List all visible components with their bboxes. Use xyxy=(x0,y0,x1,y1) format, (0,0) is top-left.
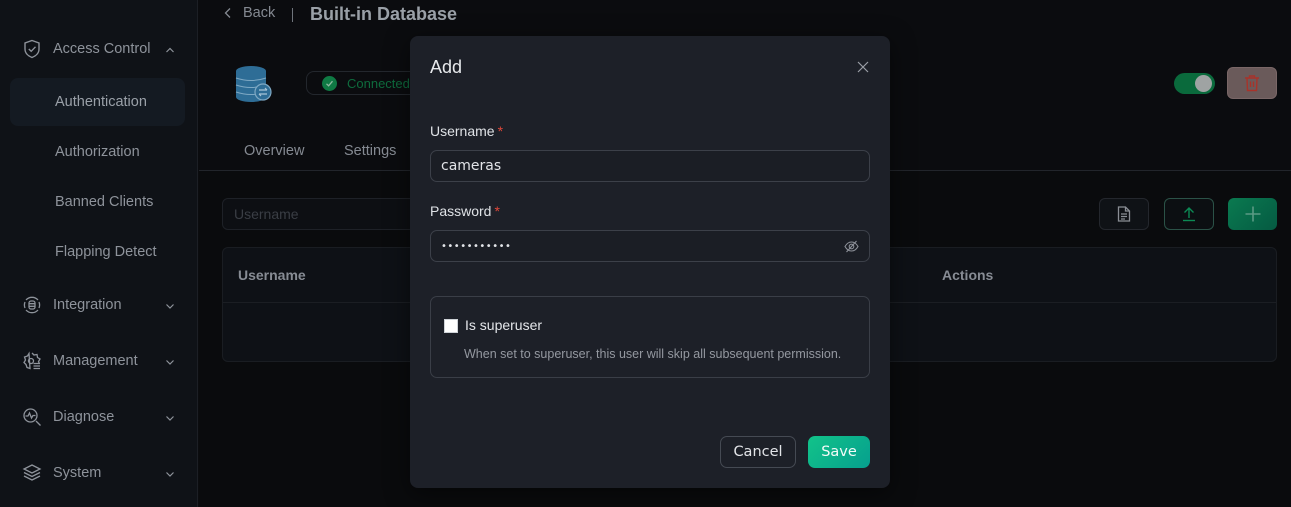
superuser-label[interactable]: Is superuser xyxy=(465,317,542,333)
document-button[interactable] xyxy=(1099,198,1149,230)
username-search-input[interactable]: Username xyxy=(222,198,422,230)
enable-toggle[interactable] xyxy=(1174,73,1215,94)
upload-icon xyxy=(1183,207,1195,222)
search-placeholder: Username xyxy=(234,206,299,222)
layers-icon xyxy=(22,463,42,483)
chevron-down-icon xyxy=(164,411,176,423)
sidebar-group-label: Access Control xyxy=(53,41,151,57)
sidebar-group-label: Diagnose xyxy=(53,409,115,425)
username-field[interactable]: cameras xyxy=(430,150,870,182)
dialog-title: Add xyxy=(430,57,463,77)
sidebar-item-label: Authentication xyxy=(55,94,147,110)
close-button[interactable] xyxy=(856,60,870,74)
toggle-knob xyxy=(1195,75,1212,92)
sidebar-group-management[interactable]: Management xyxy=(0,343,198,379)
sidebar-item-label: Flapping Detect xyxy=(55,244,157,260)
tab-settings[interactable]: Settings xyxy=(344,143,396,159)
back-button[interactable]: Back xyxy=(223,5,275,21)
superuser-section: Is superuser When set to superuser, this… xyxy=(430,296,870,378)
add-user-dialog: Add Username * cameras Password * ••••••••… xyxy=(410,36,890,488)
sidebar-group-diagnose[interactable]: Diagnose xyxy=(0,399,198,435)
import-button[interactable] xyxy=(1164,198,1214,230)
sidebar-group-access-control[interactable]: Access Control xyxy=(0,31,198,67)
sidebar-item-label: Banned Clients xyxy=(55,194,154,210)
password-label-text: Password xyxy=(430,203,492,219)
chevron-down-icon xyxy=(164,299,176,311)
back-label: Back xyxy=(243,5,276,21)
password-field[interactable]: ••••••••••• xyxy=(430,230,870,262)
sidebar-item-banned-clients[interactable]: Banned Clients xyxy=(10,178,185,226)
check-circle-icon xyxy=(322,75,337,91)
plus-icon xyxy=(1245,206,1260,222)
close-icon xyxy=(857,61,869,73)
required-mark: * xyxy=(494,203,500,219)
save-button[interactable]: Save xyxy=(808,436,870,468)
chevron-down-icon xyxy=(164,355,176,367)
sidebar-group-integration[interactable]: Integration xyxy=(0,287,198,323)
superuser-checkbox[interactable] xyxy=(444,319,458,333)
sidebar-item-label: Authorization xyxy=(55,144,140,160)
column-header-actions: Actions xyxy=(942,267,994,283)
cancel-button[interactable]: Cancel xyxy=(720,436,796,468)
chevron-left-icon xyxy=(224,8,231,18)
password-value: ••••••••••• xyxy=(441,240,512,252)
sidebar-item-flapping-detect[interactable]: Flapping Detect xyxy=(10,228,185,276)
chevron-up-icon xyxy=(164,43,176,55)
column-header-username: Username xyxy=(238,267,306,283)
eye-off-icon[interactable] xyxy=(844,239,859,254)
management-gear-icon xyxy=(22,351,42,371)
connection-status-text: Connected xyxy=(347,75,410,91)
username-label: Username * xyxy=(430,123,503,139)
sidebar-group-label: System xyxy=(53,465,102,481)
page-header: Back Built-in Database xyxy=(199,0,1291,30)
shield-check-icon xyxy=(22,39,42,59)
sidebar-group-system[interactable]: System xyxy=(0,455,198,491)
username-value: cameras xyxy=(441,158,502,174)
sidebar-item-authentication[interactable]: Authentication xyxy=(10,78,185,126)
document-icon xyxy=(1117,206,1131,222)
required-mark: * xyxy=(497,123,504,139)
page-title: Built-in Database xyxy=(310,4,458,24)
tab-overview[interactable]: Overview xyxy=(244,143,304,159)
sidebar-group-label: Integration xyxy=(53,297,122,313)
superuser-help-text: When set to superuser, this user will sk… xyxy=(464,347,842,361)
trash-icon xyxy=(1245,75,1259,92)
integration-icon xyxy=(22,295,42,315)
header-divider xyxy=(292,8,293,22)
database-icon xyxy=(234,64,274,104)
add-user-button[interactable] xyxy=(1228,198,1277,230)
username-label-text: Username xyxy=(430,123,495,139)
sidebar-group-label: Management xyxy=(53,353,138,369)
chevron-down-icon xyxy=(164,467,176,479)
sidebar-item-authorization[interactable]: Authorization xyxy=(10,128,185,176)
diagnose-icon xyxy=(22,407,42,427)
delete-button[interactable] xyxy=(1227,67,1277,99)
sidebar: Access Control Authentication Authorizat… xyxy=(0,0,198,507)
password-label: Password * xyxy=(430,203,500,219)
